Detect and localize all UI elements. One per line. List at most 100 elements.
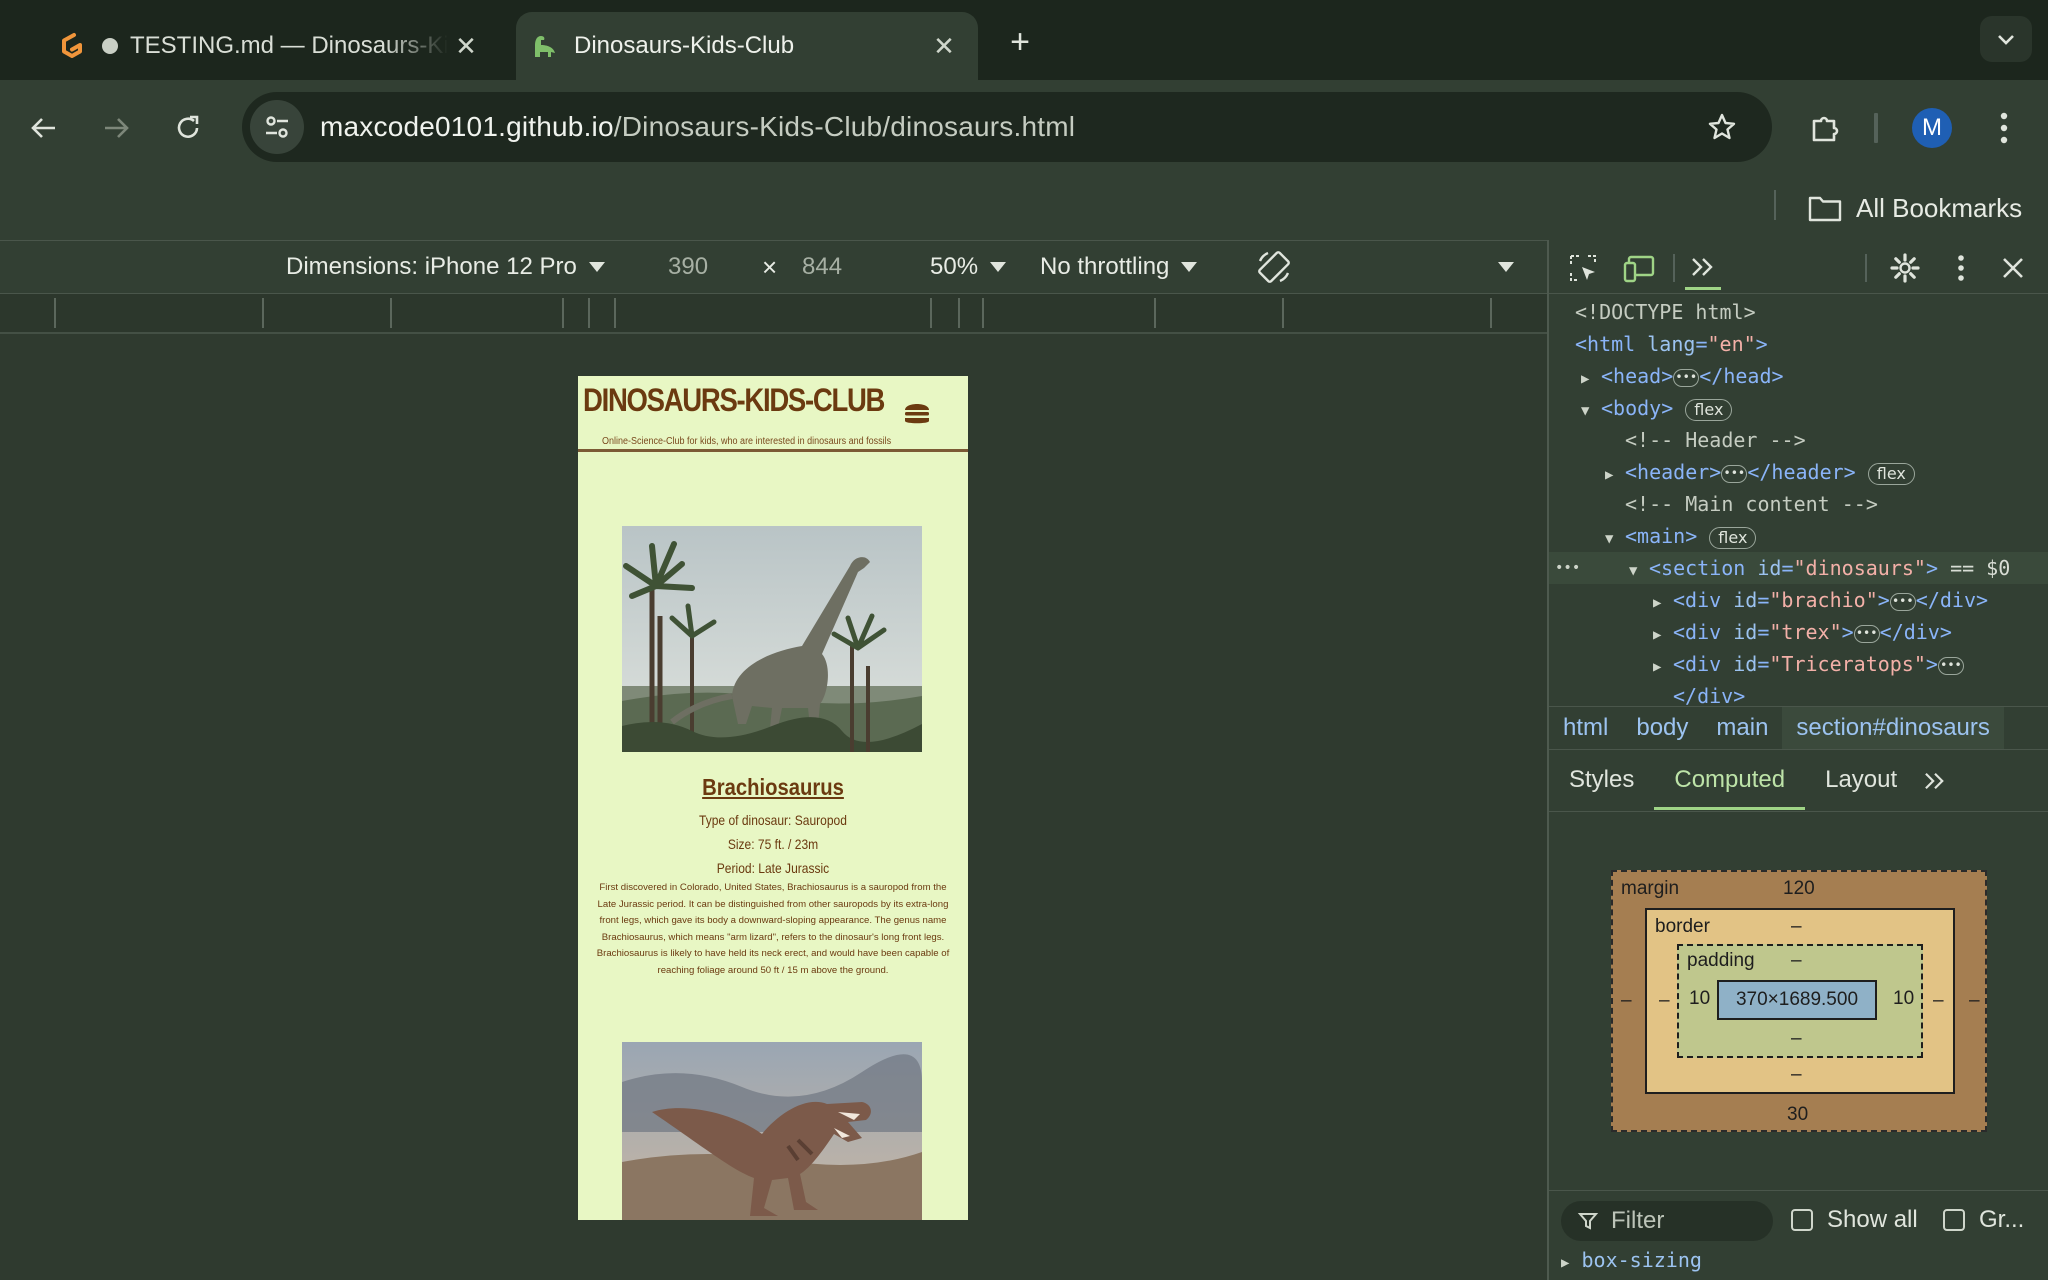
all-bookmarks-button[interactable]: All Bookmarks bbox=[1808, 188, 2022, 228]
expand-triangle-icon[interactable]: ▶ bbox=[1653, 619, 1673, 651]
padding-bottom-value[interactable]: – bbox=[1791, 1028, 1802, 1050]
forward-button[interactable] bbox=[94, 106, 138, 150]
tab-dinosaurs-kids-club[interactable]: Dinosaurs-Kids-Club ✕ bbox=[516, 12, 978, 80]
expand-triangle-icon[interactable]: ▶ bbox=[1605, 459, 1625, 491]
collapsed-ellipsis[interactable]: ••• bbox=[1721, 464, 1748, 483]
devtools-menu-icon[interactable] bbox=[1943, 250, 1979, 286]
padding-left-value[interactable]: 10 bbox=[1689, 988, 1710, 1010]
more-options-dots[interactable]: ••• bbox=[1555, 552, 1580, 584]
extensions-button[interactable] bbox=[1802, 104, 1850, 152]
header-node[interactable]: ▶ <header> ••• </header> flex bbox=[1605, 456, 1915, 488]
box-model-border[interactable]: border – – – – padding – 10 10 – 370×168… bbox=[1645, 908, 1955, 1094]
address-bar[interactable]: maxcode0101.github.io/Dinosaurs-Kids-Clu… bbox=[242, 92, 1772, 162]
collapse-triangle-icon[interactable]: ▼ bbox=[1605, 523, 1625, 555]
tag-text: </div> bbox=[1879, 620, 1952, 644]
section-node-selected[interactable]: ••• ▼ <section id="dinosaurs"> == $0 bbox=[1549, 552, 2048, 584]
comment-node[interactable]: <!-- Header --> bbox=[1625, 424, 1806, 456]
attr-value: "trex" bbox=[1769, 620, 1842, 644]
hamburger-menu-icon[interactable] bbox=[902, 398, 932, 428]
bookmark-star-icon[interactable] bbox=[1702, 107, 1742, 147]
breadcrumb-html[interactable]: html bbox=[1549, 707, 1622, 749]
collapse-triangle-icon[interactable]: ▼ bbox=[1629, 555, 1649, 587]
site-info-button[interactable] bbox=[250, 100, 304, 154]
expand-triangle-icon[interactable]: ▶ bbox=[1581, 363, 1601, 395]
collapsed-ellipsis[interactable]: ••• bbox=[1673, 368, 1700, 387]
back-button[interactable] bbox=[22, 106, 66, 150]
flex-badge[interactable]: flex bbox=[1867, 462, 1915, 485]
browser-menu-button[interactable] bbox=[1980, 104, 2028, 152]
margin-bottom-value[interactable]: 30 bbox=[1787, 1104, 1808, 1126]
breadcrumb-main[interactable]: main bbox=[1702, 707, 1782, 749]
expand-triangle-icon[interactable]: ▶ bbox=[1653, 651, 1673, 683]
main-node[interactable]: ▼ <main> flex bbox=[1605, 520, 1757, 555]
throttling-select[interactable]: No throttling bbox=[1040, 241, 1198, 293]
close-tab-icon[interactable]: ✕ bbox=[448, 28, 484, 64]
border-top-value[interactable]: – bbox=[1791, 916, 1802, 938]
device-height-input[interactable]: 844 bbox=[802, 241, 842, 293]
site-title[interactable]: DINOSAURS-KIDS-CLUB bbox=[583, 382, 885, 419]
show-all-checkbox[interactable]: Show all bbox=[1791, 1205, 1918, 1235]
profile-button[interactable]: M bbox=[1908, 104, 1956, 152]
border-bottom-value[interactable]: – bbox=[1791, 1064, 1802, 1086]
collapsed-ellipsis[interactable]: ••• bbox=[1853, 624, 1880, 643]
rotate-button[interactable] bbox=[1254, 241, 1294, 293]
attr-value: "Triceratops" bbox=[1769, 652, 1926, 676]
attr-name: id bbox=[1733, 620, 1758, 644]
media-query-ruler[interactable] bbox=[0, 294, 1547, 334]
div-node-brachio[interactable]: ▶ <div id="brachio"> ••• </div> bbox=[1653, 584, 1988, 616]
more-tabs-icon[interactable] bbox=[1917, 750, 1953, 810]
box-model-margin[interactable]: margin 120 – – 30 border – – – – padding… bbox=[1611, 870, 1987, 1132]
collapsed-ellipsis[interactable]: ••• bbox=[1889, 592, 1916, 611]
reload-button[interactable] bbox=[166, 106, 210, 150]
tab-testing-md[interactable]: TESTING.md — Dinosaurs-Kids-Club ✕ bbox=[44, 12, 500, 80]
bookmarks-divider bbox=[1774, 190, 1776, 220]
inspect-element-icon[interactable] bbox=[1565, 250, 1601, 286]
comment-node[interactable]: <!-- Main content --> bbox=[1625, 488, 1878, 520]
device-toggle-icon[interactable] bbox=[1621, 250, 1657, 286]
tab-styles[interactable]: Styles bbox=[1549, 750, 1654, 810]
device-toolbar-more-button[interactable] bbox=[1498, 241, 1514, 293]
checkbox-box[interactable] bbox=[1791, 1209, 1813, 1231]
padding-right-value[interactable]: 10 bbox=[1893, 988, 1914, 1010]
tab-search-button[interactable] bbox=[1980, 16, 2032, 62]
close-devtools-icon[interactable] bbox=[1995, 250, 2031, 286]
body-node[interactable]: ▼ <body> flex bbox=[1581, 392, 1733, 427]
flex-badge[interactable]: flex bbox=[1709, 526, 1757, 549]
computed-property-row[interactable]: ▶ box-sizing bbox=[1561, 1248, 1702, 1272]
checkbox-box[interactable] bbox=[1943, 1209, 1965, 1231]
doctype-node[interactable]: <!DOCTYPE html> bbox=[1575, 296, 1756, 328]
border-left-value[interactable]: – bbox=[1659, 990, 1670, 1012]
html-node[interactable]: <html lang="en"> bbox=[1575, 328, 1768, 360]
breadcrumb-section[interactable]: section#dinosaurs bbox=[1782, 707, 2004, 749]
tab-layout[interactable]: Layout bbox=[1805, 750, 1917, 810]
head-node[interactable]: ▶ <head> ••• </head> bbox=[1581, 360, 1784, 392]
emulated-page[interactable]: DINOSAURS-KIDS-CLUB Online-Science-Club … bbox=[578, 376, 968, 1220]
margin-right-value[interactable]: – bbox=[1969, 990, 1980, 1012]
box-model-padding[interactable]: padding – 10 10 – 370×1689.500 bbox=[1677, 944, 1923, 1058]
device-width-input[interactable]: 390 bbox=[668, 241, 708, 293]
margin-left-value[interactable]: – bbox=[1621, 990, 1632, 1012]
more-tabs-icon[interactable] bbox=[1685, 246, 1721, 290]
breadcrumb-body[interactable]: body bbox=[1622, 707, 1702, 749]
expand-triangle-icon[interactable]: ▶ bbox=[1561, 1255, 1569, 1271]
settings-gear-icon[interactable] bbox=[1887, 250, 1923, 286]
zoom-select[interactable]: 50% bbox=[930, 241, 1007, 293]
toolbar-divider bbox=[1865, 254, 1867, 282]
collapsed-ellipsis[interactable]: ••• bbox=[1937, 656, 1964, 675]
collapse-triangle-icon[interactable]: ▼ bbox=[1581, 395, 1601, 427]
border-right-value[interactable]: – bbox=[1933, 990, 1944, 1012]
margin-top-value[interactable]: 120 bbox=[1783, 878, 1815, 900]
tab-computed[interactable]: Computed bbox=[1654, 750, 1806, 810]
box-model-content[interactable]: 370×1689.500 bbox=[1717, 980, 1877, 1020]
div-node-triceratops[interactable]: ▶ <div id="Triceratops"> ••• bbox=[1653, 648, 1964, 680]
filter-input[interactable]: Filter bbox=[1561, 1201, 1773, 1241]
padding-top-value[interactable]: – bbox=[1791, 950, 1802, 972]
ruler-tick bbox=[390, 298, 392, 328]
expand-triangle-icon[interactable]: ▶ bbox=[1653, 587, 1673, 619]
device-dimensions-select[interactable]: Dimensions: iPhone 12 Pro bbox=[286, 241, 605, 293]
div-node-trex[interactable]: ▶ <div id="trex"> ••• </div> bbox=[1653, 616, 1952, 648]
close-tab-icon[interactable]: ✕ bbox=[926, 28, 962, 64]
flex-badge[interactable]: flex bbox=[1685, 398, 1733, 421]
group-checkbox[interactable]: Gr... bbox=[1943, 1205, 2024, 1235]
new-tab-button[interactable]: + bbox=[998, 20, 1042, 64]
